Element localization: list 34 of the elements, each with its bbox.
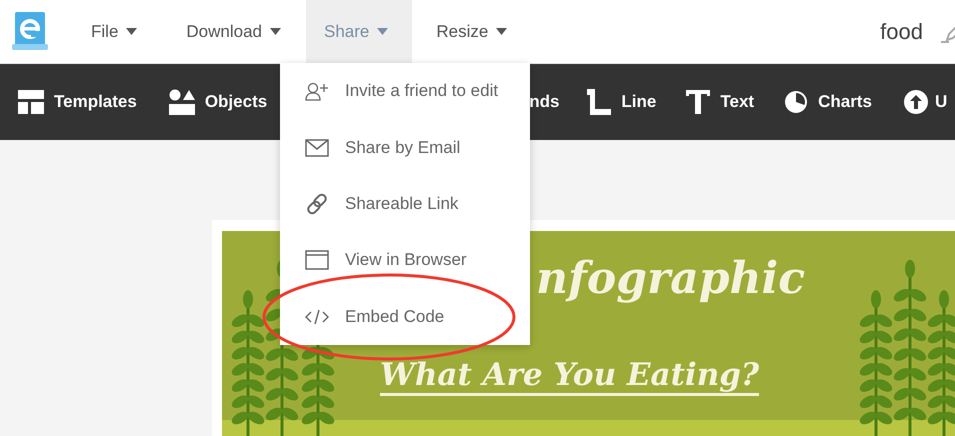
layout-icon [18,90,44,114]
line-icon [587,89,612,115]
menu-item[interactable]: Invite a friend to edit [280,63,530,120]
logo-icon[interactable] [10,12,50,52]
toolbar-button[interactable]: nds [529,92,560,112]
menu-tab[interactable]: File [67,0,162,64]
toolbar-button[interactable]: U [904,90,948,114]
envelope-icon [304,138,328,157]
add-person-icon [304,81,328,102]
text-icon [686,90,710,114]
pie-chart-icon [784,90,808,114]
caret-icon [496,28,508,35]
toolbar-button[interactable]: Objects [168,89,268,115]
link-icon [304,192,328,216]
toolbar-button[interactable]: Templates [18,90,137,114]
menu-tab[interactable]: Resize [412,0,532,64]
infographic-title: nfographic [536,253,805,304]
menu-item[interactable]: Share by Email [280,119,530,176]
toolbar-button[interactable]: Charts [784,90,872,114]
shapes-icon [168,89,195,115]
menu-item[interactable]: View in Browser [280,232,530,289]
caret-icon [270,28,282,35]
upload-icon [904,90,928,114]
document-title[interactable]: food [880,18,923,44]
menu-tab[interactable]: Download [162,0,306,64]
toolbar-button[interactable]: Text [686,90,754,114]
toolbar-button[interactable]: Line [587,89,656,115]
caret-icon [126,28,138,35]
menu-item[interactable]: Shareable Link [280,176,530,232]
menu-item[interactable]: Embed Code [280,288,530,345]
infographic-subtitle: What Are You Eating? [380,357,760,396]
code-icon [304,308,328,325]
window-icon [304,250,328,270]
caret-icon [377,28,388,35]
